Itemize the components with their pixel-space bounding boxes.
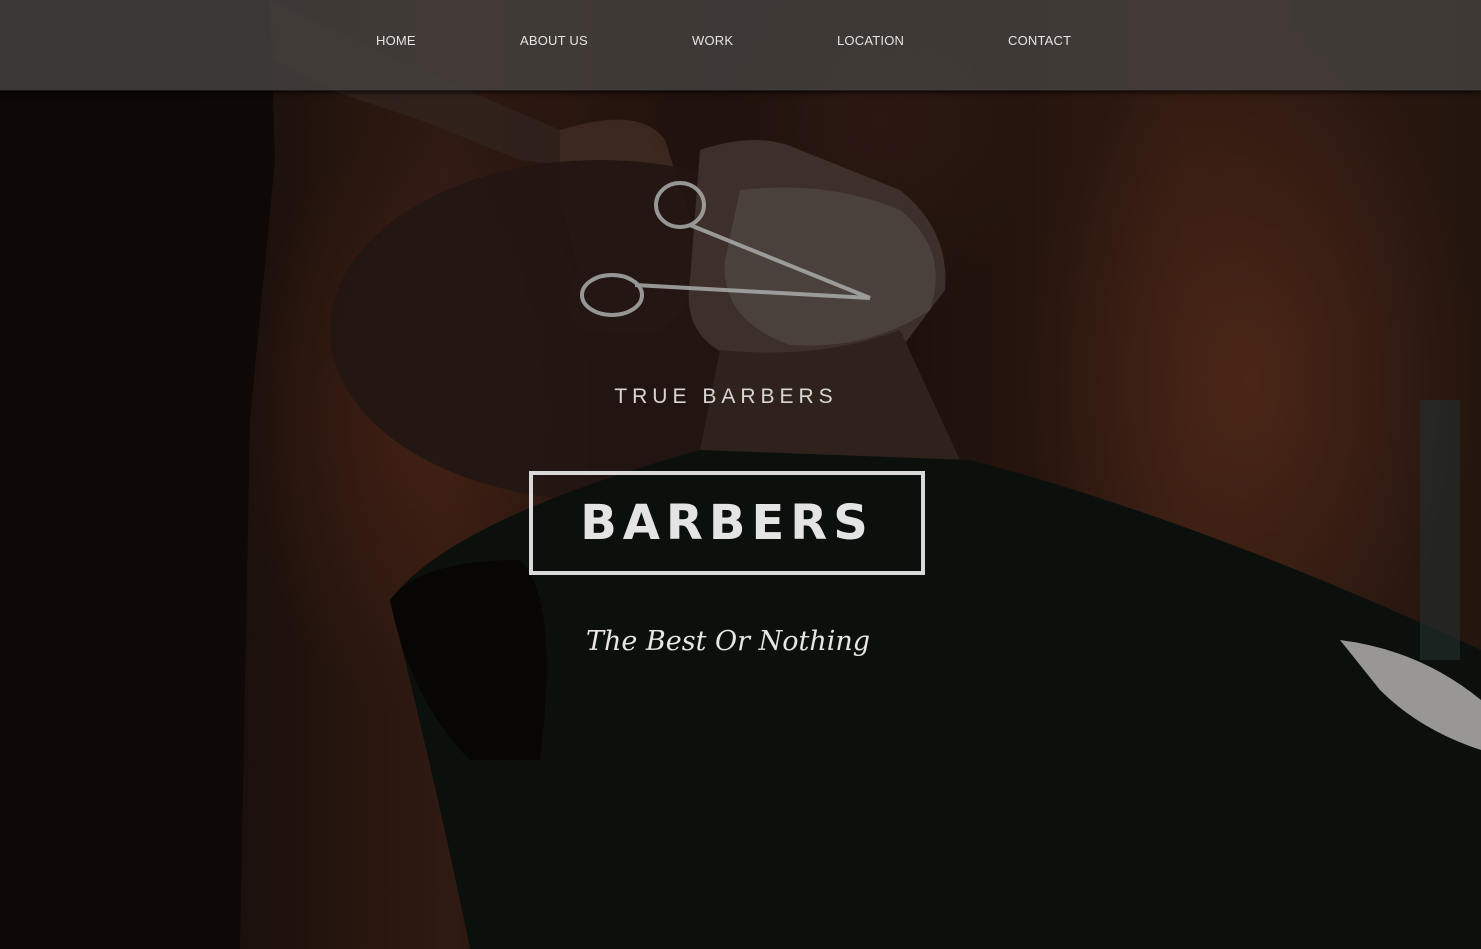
nav-link-home[interactable]: HOME	[376, 33, 416, 48]
landing-page: HOME ABOUT US WORK LOCATION CONTACT TRUE…	[0, 0, 1481, 949]
nav-link-location[interactable]: LOCATION	[837, 33, 904, 48]
top-navigation-bar: HOME ABOUT US WORK LOCATION CONTACT	[0, 0, 1481, 91]
nav-link-about-us[interactable]: ABOUT US	[520, 33, 588, 48]
hero-title-frame: BARBERS	[529, 471, 925, 575]
hero-title: BARBERS	[580, 495, 874, 551]
hero-eyebrow-text: TRUE BARBERS	[614, 385, 838, 408]
hero-tagline: The Best Or Nothing	[585, 626, 871, 657]
nav-link-work[interactable]: WORK	[692, 33, 733, 48]
nav-link-contact[interactable]: CONTACT	[1008, 33, 1071, 48]
